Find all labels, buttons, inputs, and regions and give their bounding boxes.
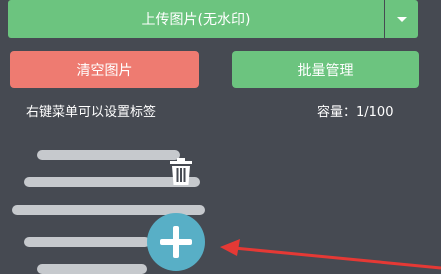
upload-dropdown-toggle[interactable] [385, 0, 418, 38]
placeholder-line [24, 237, 150, 247]
placeholder-line [37, 264, 147, 274]
chevron-down-icon [396, 16, 407, 22]
upload-image-button[interactable]: 上传图片(无水印) [8, 0, 384, 38]
trash-icon[interactable] [168, 158, 194, 186]
add-image-button[interactable] [147, 213, 205, 271]
red-arrow-annotation [220, 239, 441, 270]
plus-icon [160, 226, 192, 258]
capacity-counter: 容量：1/100 [317, 105, 394, 120]
upload-image-label: 上传图片(无水印) [141, 12, 251, 28]
batch-manage-button[interactable]: 批量管理 [232, 51, 419, 88]
batch-manage-label: 批量管理 [297, 62, 354, 79]
tag-hint-text: 右键菜单可以设置标签 [26, 105, 157, 120]
clear-images-button[interactable]: 清空图片 [10, 51, 199, 88]
clear-images-label: 清空图片 [76, 62, 133, 79]
placeholder-line [37, 150, 180, 160]
